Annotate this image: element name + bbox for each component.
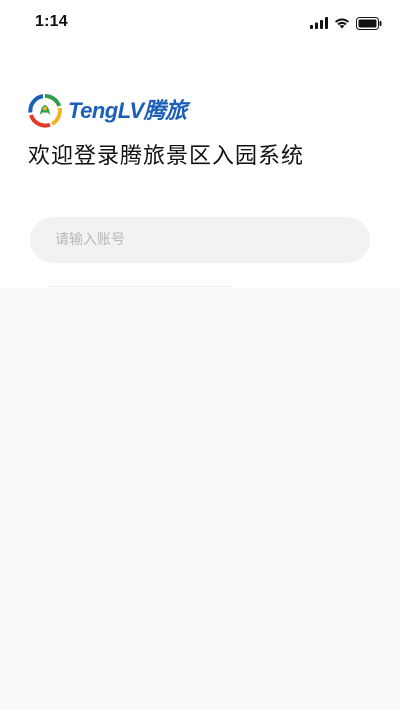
account-input[interactable] — [53, 231, 357, 249]
tenglv-logo: TengLV腾旅 — [28, 94, 187, 128]
battery-icon — [356, 16, 382, 30]
signal-icon — [310, 17, 328, 29]
divider — [47, 286, 233, 287]
tenglv-logo-icon — [28, 94, 62, 128]
wifi-icon — [335, 18, 349, 29]
login-card: 1:14 TengLV腾旅 欢迎登录腾旅景区入园系统 请输入账号 — [0, 0, 400, 288]
brand-name: TengLV腾旅 — [68, 98, 187, 123]
status-bar: 1:14 — [0, 0, 400, 48]
page-title: 欢迎登录腾旅景区入园系统 — [28, 144, 305, 169]
status-icons — [310, 14, 382, 32]
account-field[interactable] — [30, 217, 370, 263]
status-time: 1:14 — [35, 13, 68, 30]
